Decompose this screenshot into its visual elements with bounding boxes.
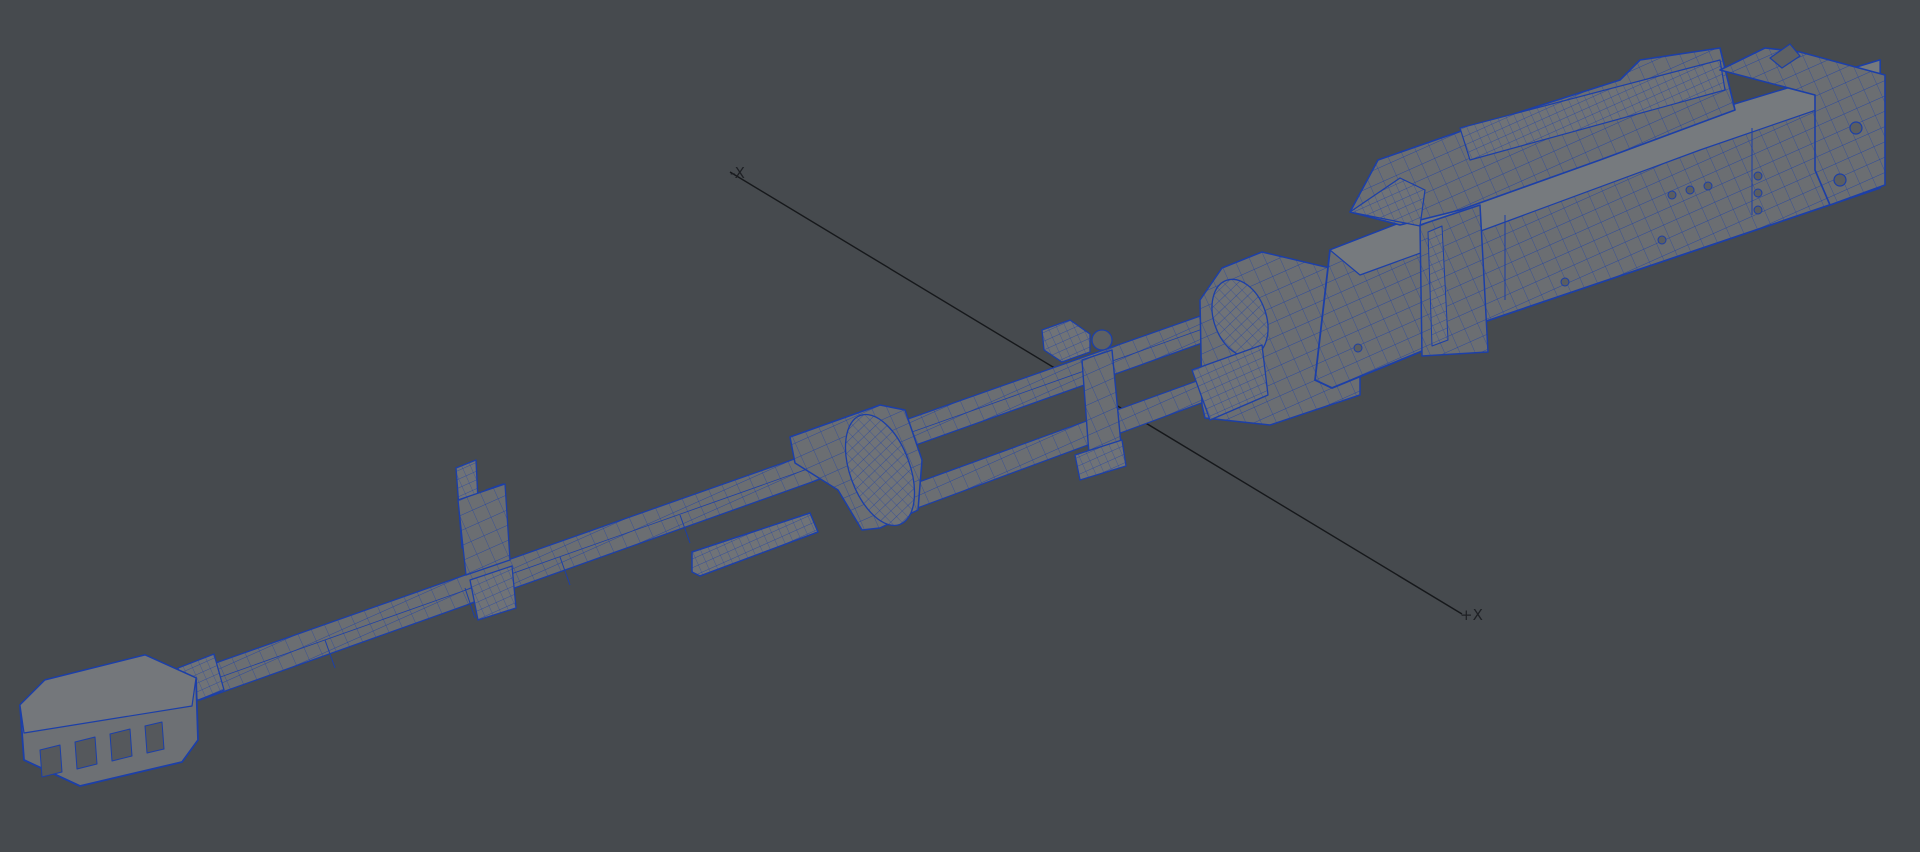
charging-handle[interactable] bbox=[691, 512, 819, 577]
viewport-canvas[interactable]: -X +X bbox=[0, 0, 1920, 852]
muzzle-brake[interactable] bbox=[19, 654, 199, 787]
axis-label-negative-x: -X bbox=[730, 164, 745, 182]
rear-bracket[interactable] bbox=[1419, 204, 1489, 357]
axis-label-positive-x: +X bbox=[1460, 606, 1483, 624]
gas-tube[interactable] bbox=[904, 377, 1216, 511]
3d-viewport[interactable]: -X +X bbox=[0, 0, 1920, 852]
weapon-model[interactable] bbox=[19, 43, 1886, 787]
